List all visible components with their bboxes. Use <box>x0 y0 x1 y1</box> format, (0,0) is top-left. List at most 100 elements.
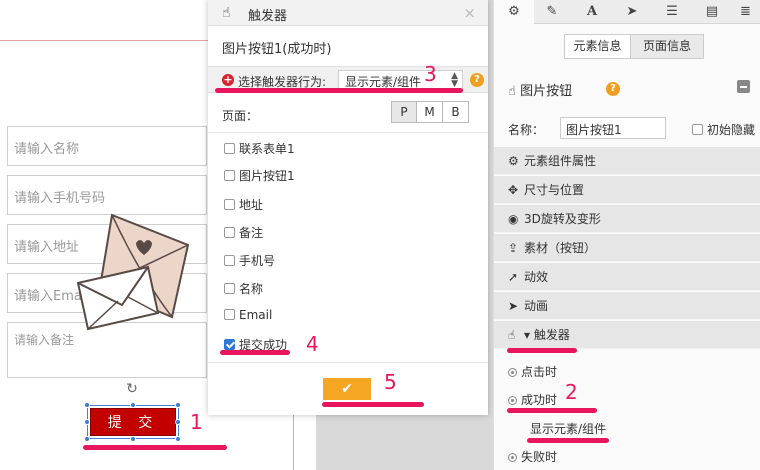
radio-icon <box>508 453 517 462</box>
annotation-underline <box>83 445 227 450</box>
name-label: 名称： <box>508 123 545 137</box>
behavior-select-value: 显示元素/组件 <box>345 75 422 89</box>
section-effects[interactable]: ➚ 动效 <box>494 263 760 291</box>
rotate-icon[interactable]: ↻ <box>124 381 140 397</box>
annotation-underline <box>527 438 609 443</box>
confirm-button[interactable]: ✔ <box>323 378 371 400</box>
properties-panel: ⚙ ✎ A ➤ ☰ ▤ ≣ 元素信息 页面信息 ☝ 图片按钮 ? 名称： 图片按… <box>493 0 760 470</box>
section-label: 动画 <box>524 299 549 313</box>
section-label: 素材（按钮） <box>524 241 597 255</box>
plus-circle-icon: + <box>222 73 234 86</box>
envelope-illustration <box>76 213 190 331</box>
tab-page-info[interactable]: 页面信息 <box>630 34 704 59</box>
item-label: 手机号 <box>239 254 276 268</box>
section-label: 元素组件属性 <box>524 154 597 168</box>
gear-icon: ⚙ <box>508 154 519 168</box>
name-field[interactable]: 请输入名称 <box>7 126 207 166</box>
checklist-item[interactable]: 联系表单1 <box>224 140 295 160</box>
checkbox[interactable] <box>224 143 235 154</box>
trigger-on-fail[interactable]: 失败时 <box>508 448 557 465</box>
annotation-number: 1 <box>190 410 203 434</box>
checklist-item[interactable]: Email <box>224 308 272 328</box>
initial-hidden-toggle[interactable]: 初始隐藏 <box>692 121 755 138</box>
annotation-number: 2 <box>565 380 578 404</box>
name-input[interactable]: 图片按钮1 <box>560 117 666 139</box>
annotation-underline <box>507 408 597 413</box>
element-header: ☝ 图片按钮 <box>508 80 572 99</box>
globe-icon: ◉ <box>508 212 519 226</box>
item-label: 联系表单1 <box>239 142 295 156</box>
element-title: 图片按钮 <box>520 84 573 99</box>
resize-handle[interactable] <box>175 402 181 408</box>
checkbox[interactable] <box>224 170 235 181</box>
resize-handle[interactable] <box>84 436 90 442</box>
annotation-underline <box>507 348 577 353</box>
radio-icon <box>508 368 517 377</box>
section-component-props[interactable]: ⚙ 元素组件属性 <box>494 147 760 175</box>
section-trigger[interactable]: ☝ ▾ 触发器 <box>494 321 760 349</box>
pencil-icon[interactable]: ✎ <box>532 0 572 24</box>
resize-handle[interactable] <box>84 419 90 425</box>
rocket-icon: ➚ <box>508 270 519 284</box>
item-label: 备注 <box>239 226 264 240</box>
hand-pointer-icon: ☝ <box>222 5 231 21</box>
gear-icon[interactable]: ⚙ <box>494 0 534 24</box>
send-icon: ➤ <box>508 299 519 313</box>
section-label: 动效 <box>524 270 549 284</box>
trigger-label: 点击时 <box>521 365 558 379</box>
checklist-item[interactable]: 图片按钮1 <box>224 167 295 187</box>
segment-b[interactable]: B <box>442 101 469 123</box>
guide-line-horizontal <box>0 40 208 41</box>
checklist-item[interactable]: 地址 <box>224 196 263 216</box>
help-icon[interactable]: ? <box>606 82 620 96</box>
submit-button[interactable]: 提 交 <box>90 408 176 436</box>
segment-p[interactable]: P <box>391 101 417 123</box>
resize-handle[interactable] <box>175 419 181 425</box>
resize-handle[interactable] <box>84 402 90 408</box>
radio-icon <box>508 396 517 405</box>
annotation-underline <box>220 350 290 355</box>
close-icon[interactable]: × <box>463 4 476 22</box>
database-icon[interactable]: ≣ <box>730 0 760 24</box>
checkbox[interactable] <box>692 124 703 135</box>
collapse-icon[interactable] <box>737 80 750 93</box>
resize-handle[interactable] <box>130 436 136 442</box>
checklist-item[interactable]: 手机号 <box>224 252 275 272</box>
trigger-on-click[interactable]: 点击时 <box>508 363 557 380</box>
annotation-underline <box>215 88 463 93</box>
annotation-number: 5 <box>384 370 397 394</box>
checklist-item[interactable]: 名称 <box>224 280 263 300</box>
text-icon[interactable]: A <box>572 0 612 24</box>
dialog-titlebar: ☝ 触发器 × <box>208 0 488 26</box>
section-size-position[interactable]: ✥ 尺寸与位置 <box>494 176 760 204</box>
checkbox-checked[interactable] <box>224 339 235 350</box>
checkbox[interactable] <box>224 199 235 210</box>
checkbox[interactable] <box>224 227 235 238</box>
checkbox[interactable] <box>224 309 235 320</box>
segment-m[interactable]: M <box>416 101 443 123</box>
annotation-number: 4 <box>306 332 319 356</box>
send-icon[interactable]: ➤ <box>612 0 652 24</box>
trigger-action-link[interactable]: 显示元素/组件 <box>530 420 606 437</box>
checklist-item[interactable]: 备注 <box>224 224 263 244</box>
resize-handle[interactable] <box>130 402 136 408</box>
element-checklist <box>208 132 488 133</box>
item-label: 名称 <box>239 282 264 296</box>
item-label: 图片按钮1 <box>239 169 295 183</box>
move-icon: ✥ <box>508 183 519 197</box>
checkbox[interactable] <box>224 255 235 266</box>
behavior-select[interactable]: 显示元素/组件 ▲ ▼ <box>338 70 463 90</box>
section-animation[interactable]: ➤ 动画 <box>494 292 760 320</box>
checkbox[interactable] <box>224 283 235 294</box>
list-icon[interactable]: ☰ <box>652 0 692 24</box>
tab-element-info[interactable]: 元素信息 <box>564 34 631 59</box>
page-icon[interactable]: ▤ <box>692 0 732 24</box>
submit-button-selection[interactable]: 提 交 <box>87 405 179 439</box>
initial-hidden-label: 初始隐藏 <box>707 123 756 137</box>
trigger-on-success[interactable]: 成功时 <box>508 391 557 408</box>
help-icon[interactable]: ? <box>470 73 484 87</box>
section-label: 3D旋转及变形 <box>524 212 601 226</box>
resize-handle[interactable] <box>175 436 181 442</box>
section-assets[interactable]: ⇪ 素材（按钮） <box>494 234 760 262</box>
section-3d-transform[interactable]: ◉ 3D旋转及变形 <box>494 205 760 233</box>
